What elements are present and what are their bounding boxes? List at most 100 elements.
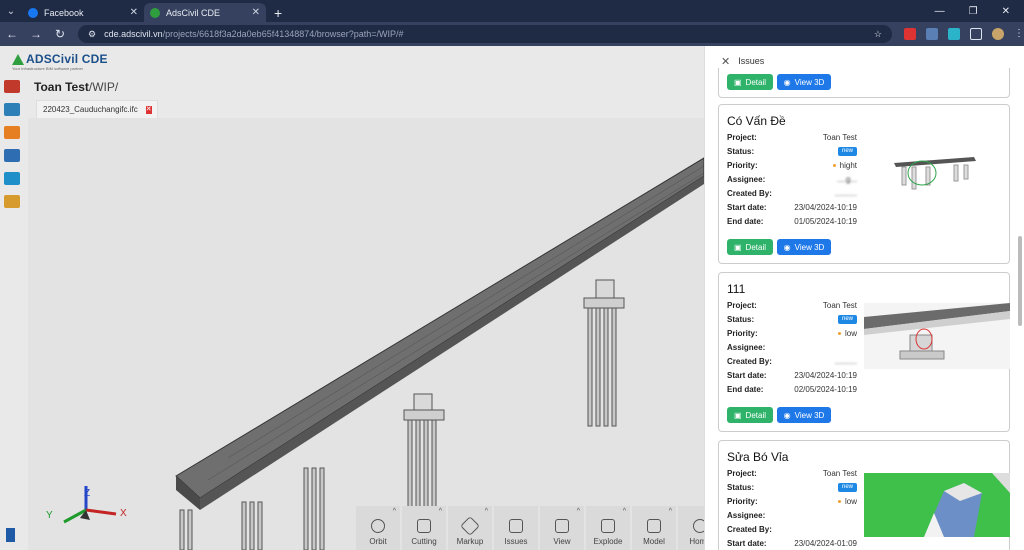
field-label: Status: — [727, 147, 755, 156]
home-icon[interactable] — [4, 80, 20, 93]
field-label: Assignee: — [727, 343, 766, 352]
breadcrumb: Toan Test/WIP/ — [34, 80, 118, 94]
view-3d-button[interactable]: ◉ View 3D — [777, 239, 831, 255]
breadcrumb-project[interactable]: Toan Test — [34, 80, 89, 94]
issue-card-partial: ▣ Detail ◉ View 3D — [718, 68, 1010, 98]
view-3d-button[interactable]: ◉ View 3D — [777, 74, 831, 90]
new-tab-button[interactable]: + — [274, 3, 282, 22]
tool-label: Issues — [504, 537, 528, 546]
tab-search-button[interactable]: ⌄ — [0, 0, 22, 22]
documents-icon[interactable] — [4, 149, 20, 162]
app-root: ADSCivil CDE Your Infrastructure BIM sof… — [0, 46, 1024, 550]
bottom-left-icon[interactable] — [6, 528, 15, 542]
close-panel-icon[interactable]: ✕ — [721, 55, 730, 68]
maximize-icon[interactable]: ❐ — [969, 6, 978, 17]
field-label: Status: — [727, 483, 755, 492]
extensions-puzzle-icon[interactable] — [970, 28, 982, 40]
issue-thumbnail[interactable] — [864, 303, 1010, 369]
issue-row: Project: Toan Test — [727, 469, 857, 478]
reload-icon[interactable]: ↻ — [54, 27, 66, 41]
status-badge: new — [837, 147, 857, 156]
tab-facebook[interactable]: Facebook ✕ — [22, 3, 144, 22]
minimize-icon[interactable]: — — [935, 6, 945, 17]
users-icon[interactable] — [4, 126, 20, 139]
home-tool[interactable]: Home — [678, 506, 704, 550]
issue-row: Project: Toan Test — [727, 301, 857, 310]
priority-dot-icon — [837, 500, 841, 504]
field-label: Assignee: — [727, 175, 766, 184]
3d-viewer[interactable]: Z X Y ^ Orbit ^ Cutting ^ Markup Issues ^ Vi… — [28, 118, 704, 550]
button-label: View 3D — [794, 410, 825, 420]
button-label: View 3D — [794, 77, 825, 87]
issue-end-date: 02/05/2024-10:19 — [794, 385, 857, 394]
button-label: Detail — [745, 242, 766, 252]
close-tab-icon[interactable]: ✕ — [130, 7, 138, 18]
profile-avatar[interactable] — [992, 28, 1004, 40]
field-label: Created By: — [727, 189, 772, 198]
url-field[interactable]: ⚙ cde.adscivil.vn/projects/6618f3a2da0eb… — [78, 25, 892, 43]
eye-icon: ◉ — [783, 410, 791, 420]
address-bar-row: ← → ↻ ⚙ cde.adscivil.vn/projects/6618f3a… — [0, 22, 1024, 46]
tool-label: Markup — [456, 537, 484, 546]
cutting-tool[interactable]: ^ Cutting — [402, 506, 446, 550]
detail-button[interactable]: ▣ Detail — [727, 74, 773, 90]
issue-created-by: .......... — [834, 189, 857, 198]
field-label: Status: — [727, 315, 755, 324]
priority-dot-icon — [832, 164, 836, 168]
extension-icon[interactable] — [904, 28, 916, 40]
close-window-icon[interactable]: ✕ — [1002, 6, 1010, 17]
extensions-area: ⋮ — [904, 28, 1024, 40]
issue-row: End date: 02/05/2024-10:19 — [727, 385, 857, 394]
extension-icon[interactable] — [948, 28, 960, 40]
field-label: End date: — [727, 385, 764, 394]
issues-panel: ✕ Issues ▣ Detail ◉ View 3D Có Vấn Đề Proj… — [704, 46, 1024, 550]
home-zoom-icon — [693, 519, 704, 533]
markup-tool[interactable]: ^ Markup — [448, 506, 492, 550]
extension-icon[interactable] — [926, 28, 938, 40]
issue-priority: low — [844, 329, 857, 338]
panel-scrollbar[interactable] — [1018, 236, 1022, 326]
issue-start-date: 23/04/2024-01:09 — [794, 539, 857, 548]
issue-row: Created By:.......... — [727, 189, 857, 198]
issue-row: Created By: — [727, 525, 857, 534]
file-tab[interactable]: 220423_Cauduchangifc.ifc ✕ — [36, 100, 158, 118]
menu-kebab-icon[interactable]: ⋮ — [1014, 28, 1024, 40]
close-file-icon[interactable]: ✕ — [145, 105, 152, 114]
detail-button[interactable]: ▣ Detail — [727, 239, 773, 255]
tab-adscivil[interactable]: AdsCivil CDE ✕ — [144, 3, 266, 22]
button-label: Detail — [745, 77, 766, 87]
issue-thumbnail[interactable] — [864, 145, 1010, 211]
breadcrumb-path[interactable]: /WIP/ — [89, 80, 118, 94]
tool-label: View — [553, 537, 571, 546]
url-path: /projects/6618f3a2da0eb65f41348874/brows… — [162, 29, 404, 39]
orbit-tool[interactable]: ^ Orbit — [356, 506, 400, 550]
close-tab-icon[interactable]: ✕ — [252, 7, 260, 18]
issue-thumbnail[interactable] — [864, 473, 1010, 537]
detail-button[interactable]: ▣ Detail — [727, 407, 773, 423]
view-tool[interactable]: ^ View — [540, 506, 584, 550]
issue-row: Start date: 23/04/2024-01:09 — [727, 539, 857, 548]
issue-end-date: 01/05/2024-10:19 — [794, 217, 857, 226]
model-tool[interactable]: ^ Model — [632, 506, 676, 550]
issues-tool[interactable]: Issues — [494, 506, 538, 550]
bookmark-star-icon[interactable]: ☆ — [874, 29, 882, 40]
view-3d-button[interactable]: ◉ View 3D — [777, 407, 831, 423]
detail-icon: ▣ — [733, 410, 742, 420]
back-icon[interactable]: ← — [6, 27, 18, 41]
files-icon[interactable] — [4, 103, 20, 116]
forward-icon[interactable]: → — [30, 27, 42, 41]
field-label: Start date: — [727, 371, 767, 380]
model-icon[interactable] — [4, 172, 20, 185]
explode-tool[interactable]: ^ Explode — [586, 506, 630, 550]
issue-row: Assignee: — [727, 343, 857, 352]
tool-label: Explode — [593, 537, 623, 546]
site-info-icon[interactable]: ⚙ — [88, 29, 96, 40]
issue-card: 111 Project: Toan Test Status: new Priorit… — [718, 272, 1010, 432]
issue-row: Status: new — [727, 147, 857, 156]
issue-card: Có Vấn Đề Project: Toan Test Status: new P… — [718, 104, 1010, 264]
issue-priority: low — [844, 497, 857, 506]
app-logo[interactable]: ADSCivil CDE Your Infrastructure BIM sof… — [10, 52, 120, 71]
field-label: Start date: — [727, 539, 767, 548]
axis-z-label: Z — [84, 488, 91, 499]
folder-icon[interactable] — [4, 195, 20, 208]
